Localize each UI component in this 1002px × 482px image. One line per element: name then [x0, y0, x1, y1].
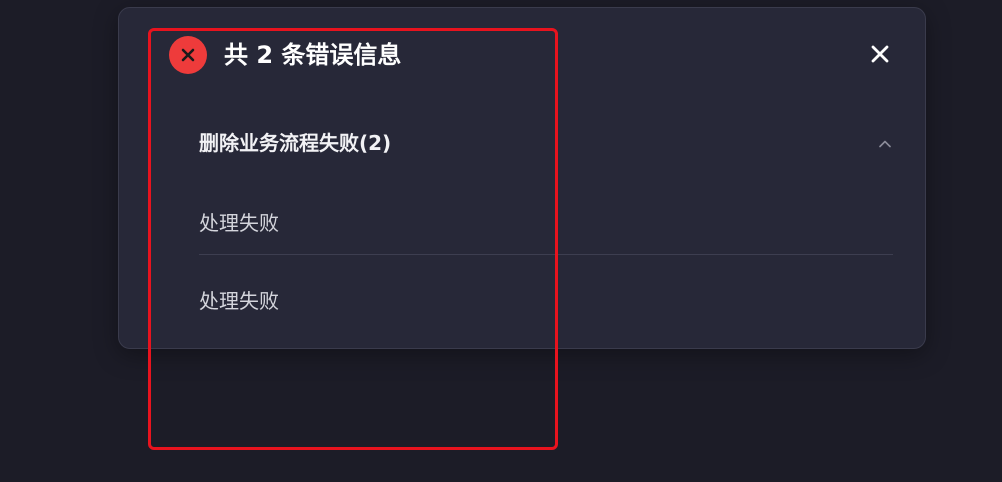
error-item: 处理失败	[199, 211, 279, 235]
error-item: 处理失败	[199, 289, 279, 313]
error-dialog: 共 2 条错误信息 删除业务流程失败(2) 处理失败 处理失败	[118, 7, 926, 349]
dialog-title: 共 2 条错误信息	[224, 41, 402, 69]
close-icon	[871, 45, 889, 63]
error-circle-icon	[169, 36, 207, 74]
error-group-header[interactable]: 删除业务流程失败(2)	[199, 123, 893, 163]
close-button[interactable]	[867, 41, 893, 67]
divider	[199, 254, 893, 255]
error-group-title: 删除业务流程失败(2)	[199, 131, 392, 155]
chevron-up-icon[interactable]	[877, 136, 893, 152]
